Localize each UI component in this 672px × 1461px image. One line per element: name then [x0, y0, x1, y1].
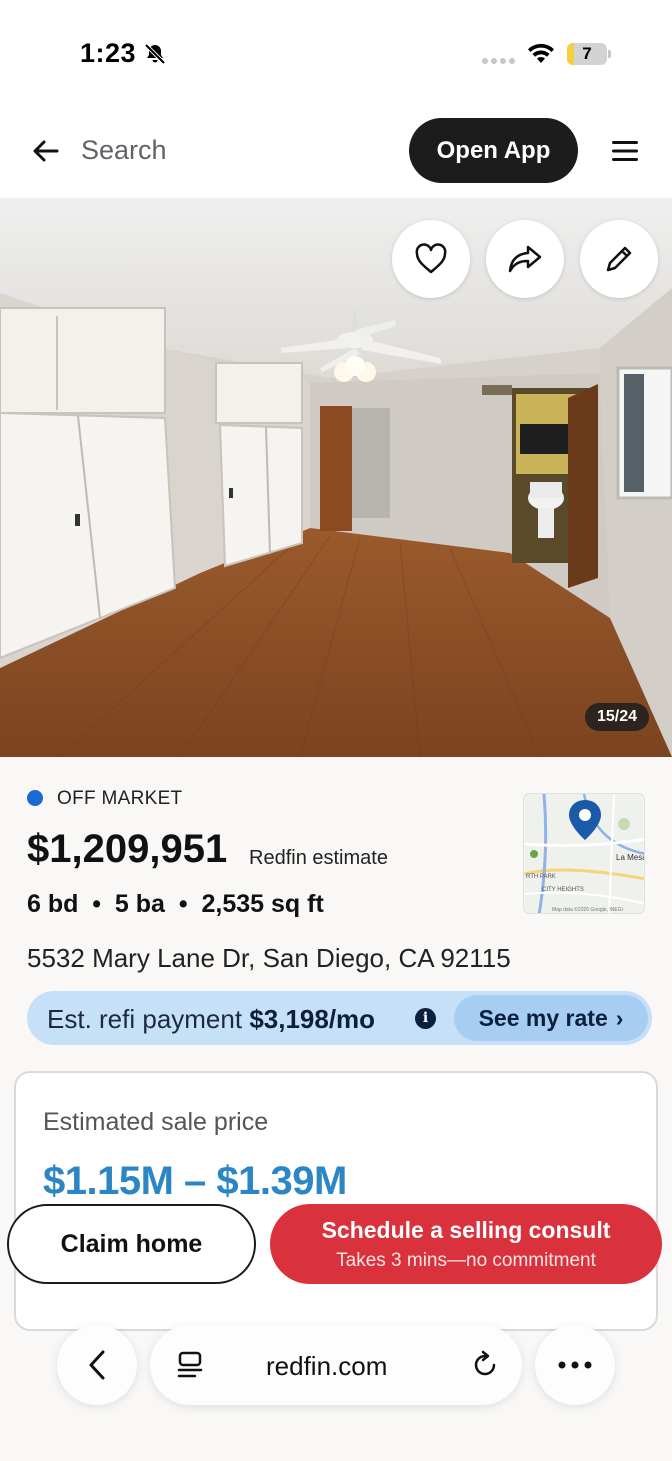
info-icon[interactable]: i: [415, 1008, 436, 1029]
bedroom-photo-image: [0, 198, 672, 757]
search-link[interactable]: Search: [81, 135, 167, 166]
status-dot: [27, 790, 43, 806]
refi-text: Est. refi payment $3,198/mo: [47, 1004, 375, 1035]
see-my-rate-button[interactable]: See my rate ›: [454, 995, 648, 1041]
url-text: redfin.com: [266, 1351, 388, 1381]
map-image: La Mesa RTH PARK CITY HEIGHTS Map data ©…: [524, 794, 645, 913]
share-arrow-icon: [508, 245, 542, 273]
refi-payment-bar[interactable]: Est. refi payment $3,198/mo i See my rat…: [27, 991, 652, 1045]
map-label-area1: RTH PARK: [526, 874, 556, 880]
edit-button[interactable]: [580, 220, 658, 298]
consult-title: Schedule a selling consult: [321, 1217, 611, 1243]
listing-address: 5532 Mary Lane Dr, San Diego, CA 92115: [27, 943, 511, 973]
status-bar: 1:23 7: [0, 0, 672, 104]
photo-counter: 15/24: [585, 703, 650, 731]
battery-percent: 7: [582, 44, 592, 63]
schedule-consult-button[interactable]: Schedule a selling consult Takes 3 mins—…: [270, 1204, 662, 1284]
hamburger-menu-icon[interactable]: [611, 139, 639, 163]
back-arrow-icon[interactable]: [30, 135, 62, 167]
reload-icon[interactable]: [470, 1350, 500, 1380]
estimate-label: Estimated sale price: [43, 1108, 269, 1136]
chevron-left-icon: [89, 1350, 105, 1380]
signal-icon: [482, 58, 515, 64]
estimate-card: Estimated sale price $1.15M – $1.39M: [14, 1071, 658, 1331]
listing-status: OFF MARKET: [57, 788, 183, 809]
more-dots-icon: [558, 1361, 592, 1369]
listing-specs: 6 bd • 5 ba • 2,535 sq ft: [27, 890, 324, 918]
share-button[interactable]: [486, 220, 564, 298]
browser-toolbar: redfin.com: [0, 1317, 672, 1461]
chevron-right-icon: ›: [615, 1004, 624, 1031]
top-nav: Search Open App: [0, 104, 672, 198]
favorite-button[interactable]: [392, 220, 470, 298]
browser-back-button[interactable]: [57, 1325, 137, 1405]
see-my-rate-label: See my rate: [478, 1004, 608, 1031]
consult-subtitle: Takes 3 mins—no commitment: [336, 1250, 596, 1271]
map-label-city: La Mesa: [616, 853, 645, 862]
open-app-button[interactable]: Open App: [409, 118, 578, 183]
refi-prefix: Est. refi payment: [47, 1004, 250, 1034]
map-label-area2: CITY HEIGHTS: [542, 887, 584, 893]
price-label: Redfin estimate: [249, 847, 388, 869]
status-time: 1:23: [80, 38, 137, 68]
estimate-range: $1.15M – $1.39M: [43, 1159, 347, 1203]
bell-off-icon: [144, 43, 166, 65]
map-thumbnail[interactable]: La Mesa RTH PARK CITY HEIGHTS Map data ©…: [523, 793, 645, 914]
listing-details: OFF MARKET $1,209,951 Redfin estimate 6 …: [0, 757, 672, 1461]
heart-icon: [415, 243, 447, 274]
wifi-icon: [528, 43, 554, 63]
listing-price: $1,209,951: [27, 827, 228, 871]
page-menu-icon[interactable]: [176, 1350, 204, 1380]
claim-home-button[interactable]: Claim home: [7, 1204, 256, 1284]
listing-photo[interactable]: 15/24: [0, 198, 672, 757]
pencil-icon: [606, 246, 632, 272]
map-attribution: Map data ©2026 Google, INEGI: [552, 906, 623, 913]
browser-more-button[interactable]: [535, 1325, 615, 1405]
battery-icon: 7: [567, 43, 611, 65]
refi-amount: $3,198/mo: [249, 1004, 376, 1034]
address-bar[interactable]: redfin.com: [150, 1325, 522, 1405]
